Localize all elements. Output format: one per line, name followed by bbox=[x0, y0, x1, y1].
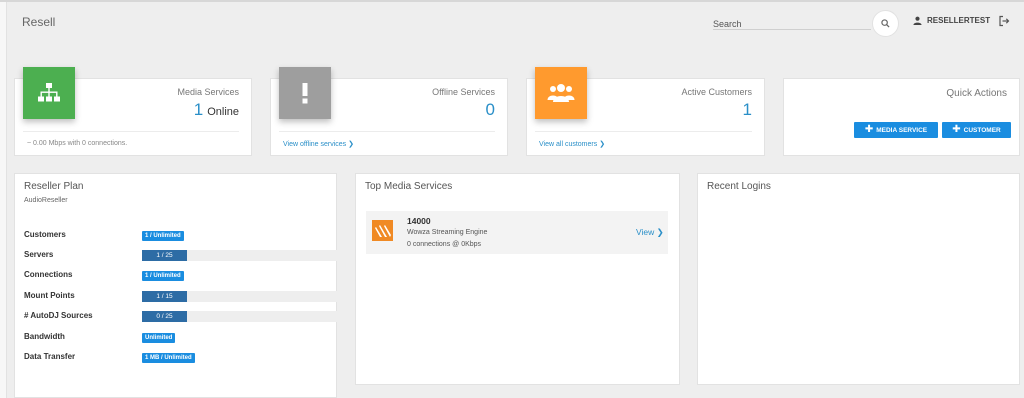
user-menu[interactable]: RESELLERTEST bbox=[913, 16, 990, 25]
plan-row: Mount Points 1 / 15 bbox=[24, 291, 338, 302]
plan-name: AudioReseller bbox=[24, 197, 68, 204]
logout-button[interactable] bbox=[998, 14, 1010, 32]
reseller-plan-title: Reseller Plan bbox=[24, 181, 84, 192]
add-customer-label: CUSTOMER bbox=[963, 126, 1001, 134]
offline-services-label: Offline Services bbox=[432, 87, 495, 97]
plan-row: Bandwidth Unlimited bbox=[24, 332, 336, 343]
view-offline-services-link[interactable]: View offline services ❯ bbox=[283, 140, 354, 148]
top-border bbox=[0, 0, 1024, 2]
media-services-value: 1 Online bbox=[194, 100, 239, 120]
plan-value-badge: 1 / Unlimited bbox=[142, 231, 184, 241]
plan-value-badge: Unlimited bbox=[142, 333, 176, 343]
media-services-footer: ~ 0.00 Mbps with 0 connections. bbox=[27, 140, 128, 147]
username: RESELLERTEST bbox=[927, 16, 991, 25]
media-service-engine: Wowza Streaming Engine bbox=[407, 229, 488, 236]
plan-progress-track: 1 / 25 bbox=[142, 250, 338, 261]
quick-actions-card: Quick Actions ✚ MEDIA SERVICE ✚ CUSTOMER bbox=[783, 78, 1020, 156]
plan-progress-track: 0 / 25 bbox=[142, 311, 338, 322]
search-field[interactable] bbox=[713, 14, 871, 32]
plan-progress-fill: 1 / 25 bbox=[142, 250, 187, 261]
media-services-count: 1 bbox=[193, 100, 204, 119]
search-button[interactable] bbox=[872, 10, 899, 37]
search-icon bbox=[881, 19, 890, 28]
plan-row: Servers 1 / 25 bbox=[24, 250, 338, 261]
plan-row: Connections 1 / Unlimited bbox=[24, 270, 336, 281]
plan-row: Data Transfer 1 MB / Unlimited bbox=[24, 352, 336, 363]
add-customer-button[interactable]: ✚ CUSTOMER bbox=[942, 122, 1011, 138]
active-customers-icon-tile bbox=[535, 67, 587, 119]
chevron-right-icon: ❯ bbox=[599, 141, 606, 148]
plan-row-label: Servers bbox=[24, 250, 54, 259]
wowza-logo-icon bbox=[372, 220, 393, 241]
media-service-view-link[interactable]: View ❯ bbox=[636, 227, 664, 238]
plan-row-label: Bandwidth bbox=[24, 332, 65, 341]
media-service-connections: 0 connections @ 0Kbps bbox=[407, 241, 482, 248]
add-media-service-button[interactable]: ✚ MEDIA SERVICE bbox=[854, 122, 938, 138]
media-services-icon-tile bbox=[23, 67, 75, 119]
plan-row: # AutoDJ Sources 0 / 25 bbox=[24, 311, 338, 322]
media-service-name: 14000 bbox=[407, 216, 431, 226]
search-input[interactable] bbox=[713, 16, 871, 32]
plan-value-badge: 1 / Unlimited bbox=[142, 271, 184, 281]
sitemap-icon bbox=[38, 83, 60, 102]
top-media-services-title: Top Media Services bbox=[365, 181, 453, 192]
card-divider bbox=[279, 131, 495, 132]
plan-progress-track: 1 / 15 bbox=[142, 291, 338, 302]
logout-icon bbox=[999, 15, 1010, 27]
quick-actions-title: Quick Actions bbox=[946, 88, 1007, 99]
media-services-suffix: Online bbox=[207, 106, 239, 118]
card-divider bbox=[535, 131, 752, 132]
plan-row-label: # AutoDJ Sources bbox=[24, 311, 93, 320]
page-title: Resell bbox=[22, 15, 56, 29]
plan-progress-fill: 1 / 15 bbox=[142, 291, 187, 302]
add-media-service-label: MEDIA SERVICE bbox=[876, 126, 928, 134]
chevron-right-icon: ❯ bbox=[656, 227, 664, 237]
plan-row-label: Mount Points bbox=[24, 291, 75, 300]
active-customers-value: 1 bbox=[742, 100, 752, 119]
user-icon bbox=[913, 16, 922, 25]
offline-services-value: 0 bbox=[485, 100, 495, 119]
media-service-row[interactable]: 14000 Wowza Streaming Engine 0 connectio… bbox=[366, 211, 668, 254]
plus-icon: ✚ bbox=[952, 124, 961, 135]
users-icon bbox=[547, 84, 575, 102]
plan-value-badge: 1 MB / Unlimited bbox=[142, 353, 195, 363]
plan-row-label: Connections bbox=[24, 270, 73, 279]
reseller-plan-panel: Reseller Plan AudioReseller Customers 1 /… bbox=[14, 173, 338, 398]
plan-row: Customers 1 / Unlimited bbox=[24, 230, 336, 241]
plan-progress-fill: 0 / 25 bbox=[142, 311, 187, 322]
exclamation-icon bbox=[302, 83, 308, 104]
recent-logins-panel: Recent Logins bbox=[697, 173, 1020, 385]
active-customers-card: Active Customers 1 View all customers ❯ bbox=[526, 67, 765, 156]
recent-logins-title: Recent Logins bbox=[707, 181, 771, 192]
plan-row-label: Customers bbox=[24, 230, 66, 239]
card-divider bbox=[23, 131, 239, 132]
media-services-card: Media Services 1 Online ~ 0.00 Mbps with … bbox=[14, 67, 252, 156]
offline-services-icon-tile bbox=[279, 67, 331, 119]
view-offline-services-label: View offline services bbox=[283, 141, 347, 148]
media-service-view-label: View bbox=[636, 227, 655, 237]
plus-icon: ✚ bbox=[864, 124, 874, 135]
plan-row-label: Data Transfer bbox=[24, 352, 76, 361]
view-all-customers-link[interactable]: View all customers ❯ bbox=[539, 140, 605, 148]
chevron-right-icon: ❯ bbox=[348, 141, 354, 148]
media-services-label: Media Services bbox=[177, 87, 239, 97]
top-media-services-panel: Top Media Services 14000 Wowza Streaming… bbox=[355, 173, 680, 385]
active-customers-label: Active Customers bbox=[681, 87, 752, 97]
view-all-customers-label: View all customers bbox=[539, 141, 598, 148]
offline-services-card: Offline Services 0 View offline services… bbox=[270, 67, 508, 156]
left-edge bbox=[0, 0, 7, 398]
